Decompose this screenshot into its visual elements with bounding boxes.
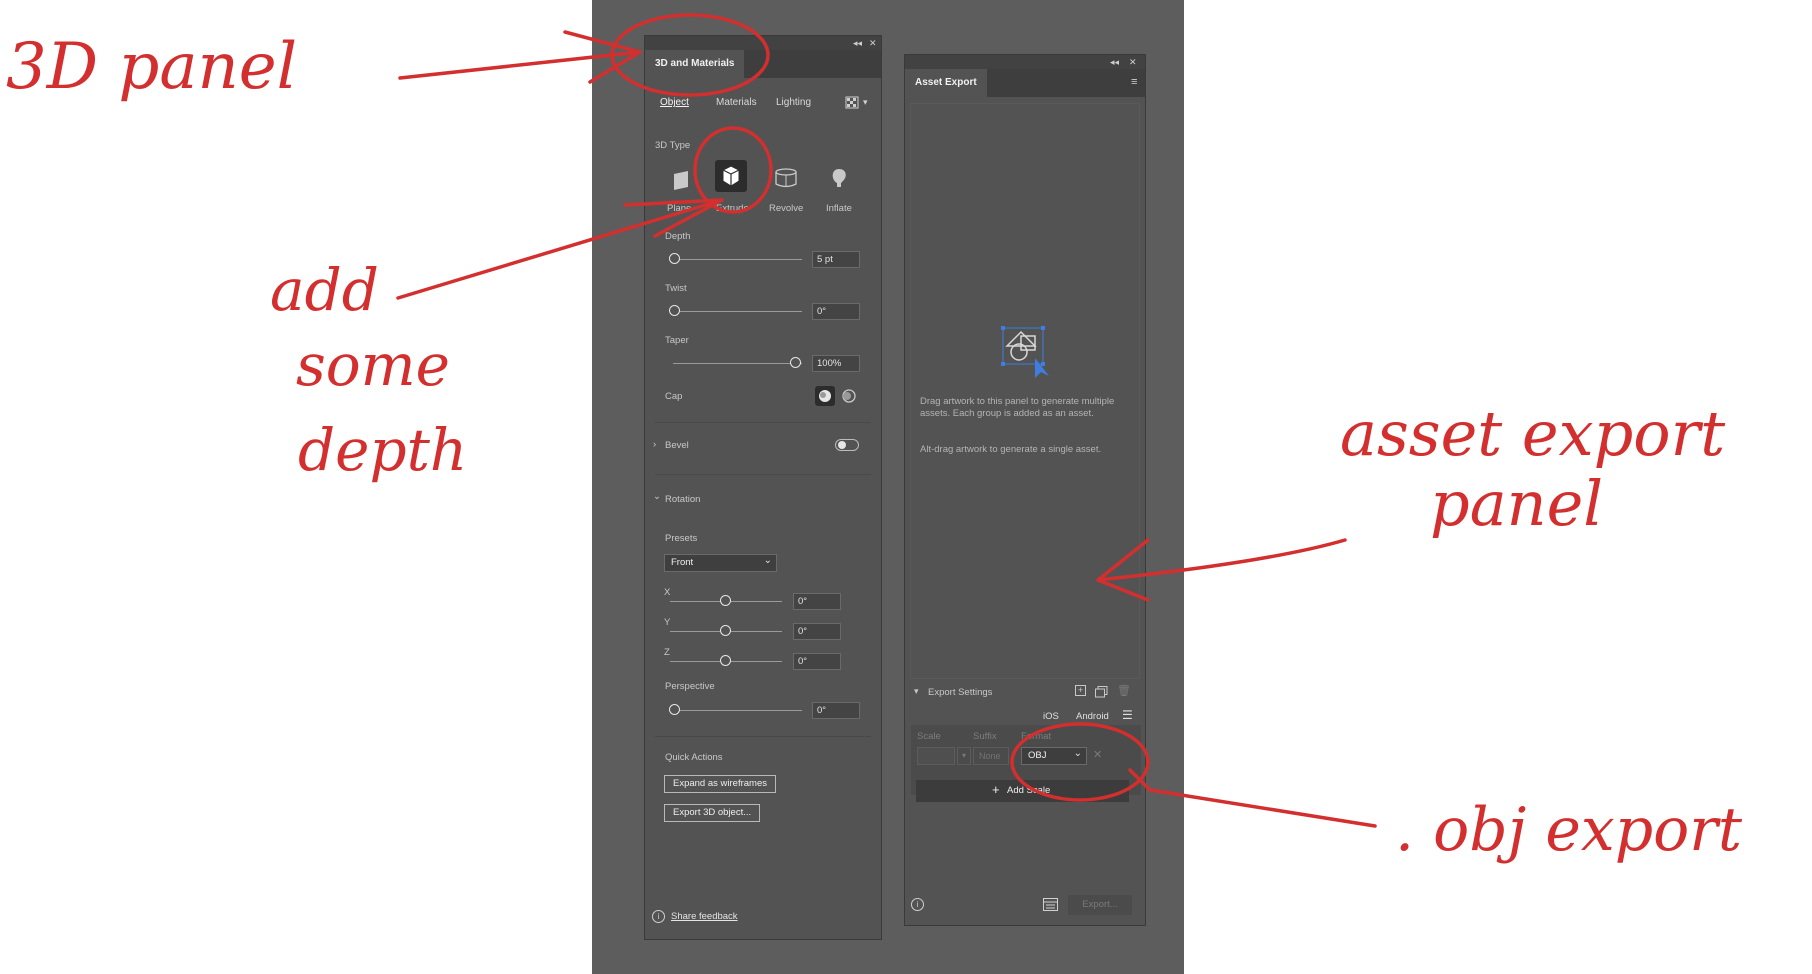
annotation-text-depth-line-2: some <box>296 331 450 399</box>
annotation-text-depth-line-3: depth <box>298 416 467 484</box>
annotation-text-asset-line-2: panel <box>1430 467 1603 540</box>
annotation-arrow-asset-panel <box>1096 538 1347 602</box>
annotation-arrow-obj <box>1128 768 1377 828</box>
annotation-text-asset-line-1: asset export <box>1340 397 1725 470</box>
annotation-arrow-3d-panel <box>398 30 642 84</box>
annotation-text-depth-line-1: add <box>270 256 379 324</box>
annotation-circle-obj <box>1010 722 1150 802</box>
annotation-text-obj: . obj export <box>1395 795 1743 865</box>
annotation-arrow-depth <box>396 198 724 300</box>
annotation-text-3d-panel: 3D panel <box>6 30 297 104</box>
annotation-layer: 3D panel add some depth asset export pan… <box>6 13 1743 865</box>
